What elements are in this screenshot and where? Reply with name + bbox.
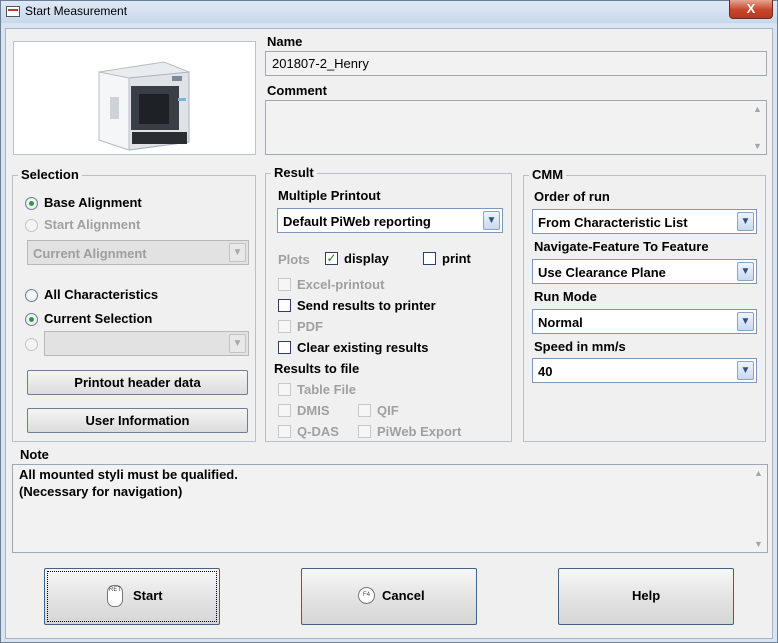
qdas-checkbox[interactable]	[278, 425, 291, 438]
table-file-checkbox[interactable]	[278, 383, 291, 396]
current-selection-label: Current Selection	[44, 311, 153, 326]
title-bar: Start Measurement X	[1, 0, 777, 23]
clear-results-checkbox[interactable]	[278, 341, 291, 354]
cancel-button[interactable]: F4 Cancel	[301, 568, 477, 625]
note-field: All mounted styli must be qualified. (Ne…	[12, 464, 768, 553]
dmis-label: DMIS	[297, 403, 330, 418]
chevron-down-icon[interactable]: ▼	[229, 334, 246, 353]
qdas-label: Q-DAS	[297, 424, 339, 439]
help-button-label: Help	[632, 588, 661, 603]
run-mode-combo[interactable]: Normal ▼	[532, 309, 757, 334]
chevron-down-icon[interactable]: ▼	[737, 312, 754, 331]
app-window-icon	[6, 6, 20, 17]
printout-header-button[interactable]: Printout header data	[27, 370, 248, 395]
user-information-button[interactable]: User Information	[27, 408, 248, 433]
selection-title: Selection	[18, 167, 82, 182]
start-measurement-window: Start Measurement X Name 201807-2_Henry …	[0, 0, 778, 643]
start-alignment-radio[interactable]	[25, 219, 38, 232]
navigate-label: Navigate-Feature To Feature	[534, 239, 709, 254]
all-characteristics-label: All Characteristics	[44, 287, 159, 302]
start-button-label: Start	[133, 588, 163, 603]
qif-label: QIF	[377, 403, 399, 418]
chevron-down-icon[interactable]: ▼	[737, 212, 754, 231]
cancel-button-label: Cancel	[382, 588, 425, 603]
close-button[interactable]: X	[729, 0, 773, 19]
cmm-title: CMM	[529, 167, 567, 182]
table-file-label: Table File	[297, 382, 356, 397]
pdf-checkbox[interactable]	[278, 320, 291, 333]
name-value: 201807-2_Henry	[272, 56, 369, 71]
selection-combo[interactable]: ▼	[44, 331, 249, 356]
comment-label: Comment	[267, 83, 327, 98]
display-checkbox[interactable]: ✓	[325, 252, 338, 265]
order-of-run-combo[interactable]: From Characteristic List ▼	[532, 209, 757, 234]
result-title: Result	[271, 165, 317, 180]
all-characteristics-radio[interactable]	[25, 289, 38, 302]
comment-field[interactable]: ▲ ▼	[265, 100, 767, 155]
piweb-export-checkbox[interactable]	[358, 425, 371, 438]
note-scroll-up-icon[interactable]: ▲	[752, 467, 765, 479]
order-of-run-label: Order of run	[534, 189, 610, 204]
display-label: display	[344, 251, 389, 266]
multiple-printout-label: Multiple Printout	[278, 188, 381, 203]
order-of-run-value: From Characteristic List	[538, 215, 688, 230]
chevron-down-icon[interactable]: ▼	[483, 211, 500, 230]
plots-label: Plots	[278, 252, 310, 267]
excel-printout-checkbox[interactable]	[278, 278, 291, 291]
piweb-export-label: PiWeb Export	[377, 424, 462, 439]
speed-label: Speed in mm/s	[534, 339, 626, 354]
help-button[interactable]: Help	[558, 568, 734, 625]
cmm-machine-image	[13, 41, 256, 155]
run-mode-value: Normal	[538, 315, 583, 330]
speed-value: 40	[538, 364, 553, 379]
qif-checkbox[interactable]	[358, 404, 371, 417]
note-scroll-down-icon[interactable]: ▼	[752, 538, 765, 550]
result-group: Result Multiple Printout Default PiWeb r…	[265, 165, 512, 442]
start-button[interactable]: RET Start	[44, 568, 220, 625]
alignment-combo-value: Current Alignment	[33, 246, 147, 261]
return-key-icon: RET	[107, 585, 123, 607]
multiple-printout-combo[interactable]: Default PiWeb reporting ▼	[277, 208, 503, 233]
note-line-1: All mounted styli must be qualified.	[19, 467, 238, 482]
send-results-checkbox[interactable]	[278, 299, 291, 312]
multiple-printout-value: Default PiWeb reporting	[283, 214, 431, 229]
start-alignment-label: Start Alignment	[44, 217, 141, 232]
clear-results-label: Clear existing results	[297, 340, 429, 355]
dmis-checkbox[interactable]	[278, 404, 291, 417]
results-to-file-label: Results to file	[274, 361, 360, 376]
run-mode-label: Run Mode	[534, 289, 597, 304]
alignment-combo[interactable]: Current Alignment ▼	[27, 240, 249, 265]
custom-selection-radio[interactable]	[25, 338, 38, 351]
name-label: Name	[267, 34, 303, 49]
selection-group: Selection Base Alignment Start Alignment…	[12, 167, 256, 442]
name-field[interactable]: 201807-2_Henry	[265, 51, 767, 76]
chevron-down-icon[interactable]: ▼	[737, 361, 754, 380]
send-results-label: Send results to printer	[297, 298, 436, 313]
base-alignment-label: Base Alignment	[44, 195, 142, 210]
note-line-2: (Necessary for navigation)	[19, 484, 183, 499]
window-title: Start Measurement	[25, 4, 128, 18]
comment-scroll-up-icon[interactable]: ▲	[751, 103, 764, 115]
navigate-combo[interactable]: Use Clearance Plane ▼	[532, 259, 757, 284]
print-label: print	[442, 251, 471, 266]
base-alignment-radio[interactable]	[25, 197, 38, 210]
speed-combo[interactable]: 40 ▼	[532, 358, 757, 383]
f4-key-icon: F4	[358, 587, 375, 604]
current-selection-radio[interactable]	[25, 313, 38, 326]
note-label: Note	[20, 447, 49, 462]
print-checkbox[interactable]	[423, 252, 436, 265]
excel-printout-label: Excel-printout	[297, 277, 385, 292]
dialog-body: Name 201807-2_Henry Comment ▲ ▼ Selectio…	[5, 28, 773, 639]
chevron-down-icon[interactable]: ▼	[229, 243, 246, 262]
cmm-group: CMM Order of run From Characteristic Lis…	[523, 167, 766, 442]
comment-scroll-down-icon[interactable]: ▼	[751, 140, 764, 152]
chevron-down-icon[interactable]: ▼	[737, 262, 754, 281]
pdf-label: PDF	[297, 319, 323, 334]
navigate-value: Use Clearance Plane	[538, 265, 666, 280]
